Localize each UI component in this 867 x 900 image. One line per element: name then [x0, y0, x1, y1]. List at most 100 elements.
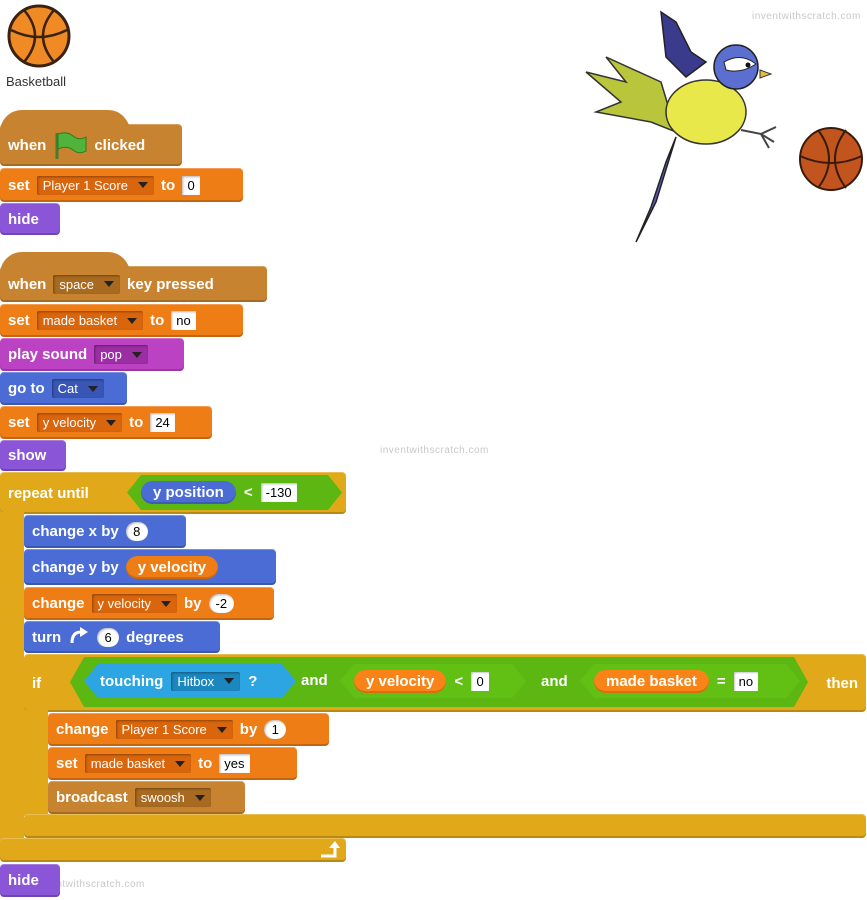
chevron-down-icon: [127, 317, 138, 324]
sprite-name: Basketball: [6, 74, 66, 89]
broadcast-block[interactable]: broadcast swoosh: [48, 781, 245, 814]
by-label: by: [183, 595, 202, 612]
variable-dropdown[interactable]: y velocity: [91, 594, 177, 613]
set-variable-block[interactable]: set Player 1 Score to 0: [0, 168, 243, 202]
set-made-basket-yes-block[interactable]: set made basket to yes: [48, 747, 297, 780]
change-var-input[interactable]: -2: [208, 594, 235, 613]
basketball-icon: [7, 4, 71, 68]
variable-dropdown[interactable]: made basket: [84, 754, 192, 773]
message-dropdown[interactable]: swoosh: [134, 788, 211, 807]
show-label: show: [8, 447, 47, 464]
value-input[interactable]: 24: [150, 413, 175, 432]
turn-input[interactable]: 6: [97, 627, 120, 647]
made-basket-reporter[interactable]: made basket: [594, 670, 709, 693]
message-value: swoosh: [140, 790, 185, 805]
variable-value: y velocity: [42, 415, 97, 430]
chevron-down-icon: [106, 419, 117, 426]
show-block[interactable]: show: [0, 440, 66, 471]
to-label: to: [198, 755, 213, 772]
made-basket-equals-condition[interactable]: made basket = no: [580, 664, 800, 698]
play-sound-label: play sound: [8, 346, 88, 363]
threshold-input[interactable]: -130: [261, 483, 297, 502]
variable-dropdown[interactable]: made basket: [36, 311, 144, 330]
set-y-velocity-block[interactable]: set y velocity to 24: [0, 406, 212, 439]
change-y-label: change y by: [32, 558, 119, 576]
question-label: ?: [248, 672, 258, 690]
by-label: by: [239, 721, 258, 738]
bird-illustration: [585, 10, 777, 243]
then-label: then: [826, 674, 858, 692]
when-key-pressed-block[interactable]: when space key pressed: [0, 252, 267, 302]
y-velocity-reporter[interactable]: y velocity: [125, 555, 219, 579]
value-input[interactable]: 0: [182, 175, 201, 195]
when-label: when: [8, 275, 47, 293]
chevron-down-icon: [224, 678, 234, 684]
touching-dropdown[interactable]: Hitbox: [171, 672, 240, 691]
chevron-down-icon: [87, 385, 98, 392]
touching-value: Hitbox: [177, 673, 215, 689]
and-label-2: and: [541, 673, 568, 690]
to-label: to: [129, 414, 144, 431]
when-flag-clicked-block[interactable]: when clicked: [0, 110, 182, 166]
green-flag-icon: [55, 132, 87, 159]
equals-operator: =: [716, 672, 726, 690]
if-label: if: [32, 674, 42, 692]
change-y-velocity-block[interactable]: change y velocity by -2: [24, 587, 274, 620]
set-label: set: [56, 755, 78, 772]
y-velocity-reporter[interactable]: y velocity: [354, 670, 446, 693]
y-position-reporter[interactable]: y position: [141, 481, 236, 504]
watermark-middle: inventwithscratch.com: [380, 445, 489, 456]
turn-label: turn: [32, 628, 62, 646]
less-than-condition[interactable]: y position < -130: [127, 475, 342, 510]
set-label: set: [8, 176, 30, 194]
and-label-1: and: [301, 672, 328, 689]
set-label: set: [8, 312, 30, 329]
less-than-operator: <: [454, 672, 464, 690]
value-input[interactable]: no: [171, 311, 196, 330]
broadcast-label: broadcast: [56, 789, 128, 806]
y-velocity-less-than-condition[interactable]: y velocity < 0: [340, 664, 526, 698]
change-label: change: [32, 595, 85, 612]
rotate-clockwise-icon: [70, 627, 89, 644]
go-to-block[interactable]: go to Cat: [0, 372, 127, 405]
hide-label: hide: [8, 872, 39, 889]
target-value: Cat: [57, 381, 78, 396]
variable-dropdown[interactable]: y velocity: [36, 413, 123, 432]
change-label: change: [56, 721, 109, 738]
play-sound-block[interactable]: play sound pop: [0, 338, 184, 371]
variable-dropdown[interactable]: Player 1 Score: [115, 720, 233, 739]
sound-dropdown[interactable]: pop: [94, 345, 148, 364]
chevron-down-icon: [216, 726, 227, 733]
change-y-block[interactable]: change y by y velocity: [24, 549, 276, 585]
hide-block[interactable]: hide: [0, 203, 60, 235]
when-label: when: [8, 136, 47, 154]
score-increment-input[interactable]: 1: [264, 720, 287, 739]
variable-dropdown[interactable]: Player 1 Score: [36, 175, 154, 195]
touching-label: touching: [100, 672, 164, 690]
hide-block-final[interactable]: hide: [0, 864, 60, 897]
set-label: set: [8, 414, 30, 431]
to-label: to: [150, 312, 165, 329]
touching-condition[interactable]: touching Hitbox ?: [84, 664, 296, 698]
value-input[interactable]: yes: [219, 754, 250, 773]
turn-block[interactable]: turn 6 degrees: [24, 621, 220, 653]
change-x-block[interactable]: change x by 8: [24, 515, 186, 548]
target-dropdown[interactable]: Cat: [51, 379, 104, 398]
if-then-bottom: [24, 814, 866, 838]
change-score-block[interactable]: change Player 1 Score by 1: [48, 713, 329, 746]
variable-value: y velocity: [97, 596, 151, 611]
made-basket-compare-input[interactable]: no: [734, 672, 758, 691]
key-dropdown[interactable]: space: [53, 274, 121, 294]
y-velocity-compare-input[interactable]: 0: [471, 672, 489, 691]
key-value: space: [59, 276, 95, 292]
clicked-label: clicked: [94, 136, 146, 154]
go-to-label: go to: [8, 380, 45, 397]
variable-value: made basket: [42, 313, 118, 328]
if-then-arm: [24, 710, 48, 816]
to-label: to: [160, 176, 176, 194]
chevron-down-icon: [160, 600, 171, 607]
repeat-until-bottom: [0, 838, 346, 862]
change-x-input[interactable]: 8: [125, 522, 148, 541]
set-made-basket-block[interactable]: set made basket to no: [0, 304, 243, 337]
chevron-down-icon: [131, 351, 142, 358]
